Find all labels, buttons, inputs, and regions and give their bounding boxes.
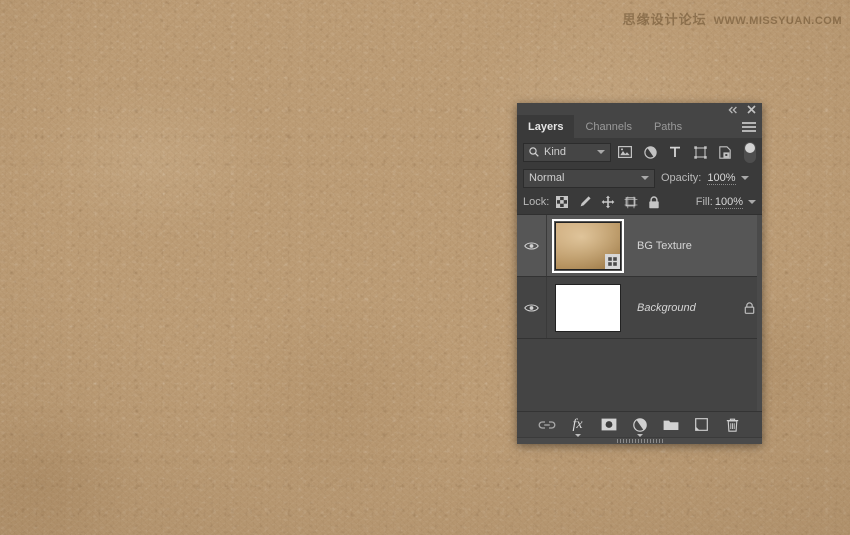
- layers-panel: Layers Channels Paths Kind Normal Opacit…: [517, 103, 762, 444]
- hamburger-menu-icon[interactable]: [742, 121, 756, 132]
- watermark-url-text: WWW.MISSYUAN.COM: [713, 15, 842, 27]
- layer-thumbnail-cell[interactable]: [547, 283, 629, 332]
- chevron-down-icon: [597, 150, 605, 154]
- adjustment-layer-icon[interactable]: [630, 415, 650, 437]
- search-icon: [529, 147, 539, 157]
- close-panel-icon[interactable]: [745, 104, 757, 115]
- layer-style-fx-icon[interactable]: fx: [568, 415, 588, 437]
- new-group-icon[interactable]: [661, 415, 681, 435]
- lock-label: Lock:: [523, 196, 550, 208]
- layer-thumbnail[interactable]: [555, 283, 621, 332]
- panel-resize-grip[interactable]: [517, 437, 762, 444]
- grip-lines-icon: [616, 439, 663, 443]
- chevron-down-icon[interactable]: [740, 176, 749, 180]
- blend-mode-value: Normal: [529, 172, 565, 184]
- layer-visibility-toggle[interactable]: [517, 215, 547, 276]
- panel-titlebar[interactable]: [517, 103, 762, 115]
- chevron-down-icon: [641, 176, 649, 180]
- collapse-panel-icon[interactable]: [727, 104, 739, 115]
- layer-list-scrollbar[interactable]: [757, 215, 762, 411]
- caret-down-icon: [574, 433, 581, 437]
- tab-paths-label: Paths: [653, 120, 683, 133]
- opacity-value: 100%: [707, 171, 736, 185]
- layer-name[interactable]: Background: [629, 302, 736, 314]
- pixel-layer-filter-icon[interactable]: [614, 142, 636, 162]
- table-row[interactable]: Background: [517, 277, 762, 339]
- add-layer-mask-icon[interactable]: [599, 415, 619, 435]
- tab-layers[interactable]: Layers: [517, 115, 575, 138]
- tab-layers-label: Layers: [528, 120, 564, 133]
- adjustment-layer-filter-icon[interactable]: [639, 142, 661, 162]
- smart-object-filter-icon[interactable]: [714, 142, 736, 162]
- lock-transparency-icon[interactable]: [551, 192, 572, 212]
- layer-thumbnail[interactable]: [552, 218, 624, 273]
- delete-layer-icon[interactable]: [723, 415, 743, 435]
- lock-image-pixels-icon[interactable]: [574, 192, 595, 212]
- filter-kind-label: Kind: [544, 146, 567, 158]
- shape-layer-filter-icon[interactable]: [689, 142, 711, 162]
- smart-object-badge-icon: [605, 253, 620, 269]
- blend-mode-select[interactable]: Normal: [523, 168, 655, 188]
- fill-label: Fill:: [695, 196, 713, 208]
- layers-panel-toolbar: fx: [517, 411, 762, 437]
- layer-visibility-toggle[interactable]: [517, 277, 547, 338]
- lock-position-icon[interactable]: [597, 192, 618, 212]
- blend-mode-row: Normal Opacity: 100%: [517, 166, 762, 190]
- watermark: 思缘设计论坛 WWW.MISSYUAN.COM: [623, 9, 842, 28]
- filter-kind-select[interactable]: Kind: [523, 142, 611, 162]
- lock-all-icon[interactable]: [643, 192, 664, 212]
- layer-thumbnail-cell[interactable]: [547, 218, 629, 273]
- lock-row: Lock: Fill: 100%: [517, 190, 762, 214]
- layer-list: BG Texture Background: [517, 214, 762, 411]
- tab-channels-label: Channels: [585, 120, 632, 133]
- panel-tab-row: Layers Channels Paths: [517, 115, 762, 138]
- fx-label: fx: [572, 416, 583, 432]
- link-layers-icon[interactable]: [537, 415, 557, 435]
- photoshop-document-canvas: 思缘设计论坛 WWW.MISSYUAN.COM Layers Channels …: [0, 0, 850, 535]
- filter-enable-toggle[interactable]: [744, 141, 756, 163]
- new-layer-icon[interactable]: [692, 415, 712, 435]
- caret-down-icon: [636, 433, 643, 437]
- lock-artboard-nesting-icon[interactable]: [620, 192, 641, 212]
- tab-channels[interactable]: Channels: [574, 115, 643, 138]
- fill-value: 100%: [714, 195, 743, 209]
- layer-name[interactable]: BG Texture: [629, 240, 762, 252]
- fill-field[interactable]: 100%: [714, 195, 756, 209]
- opacity-field[interactable]: 100%: [707, 171, 749, 185]
- tab-paths[interactable]: Paths: [642, 115, 694, 138]
- watermark-chinese-text: 思缘设计论坛: [622, 12, 707, 27]
- table-row[interactable]: BG Texture: [517, 215, 762, 277]
- type-layer-filter-icon[interactable]: [664, 142, 686, 162]
- layer-filter-row: Kind: [517, 138, 762, 166]
- chevron-down-icon[interactable]: [748, 200, 756, 204]
- opacity-label: Opacity:: [661, 172, 702, 184]
